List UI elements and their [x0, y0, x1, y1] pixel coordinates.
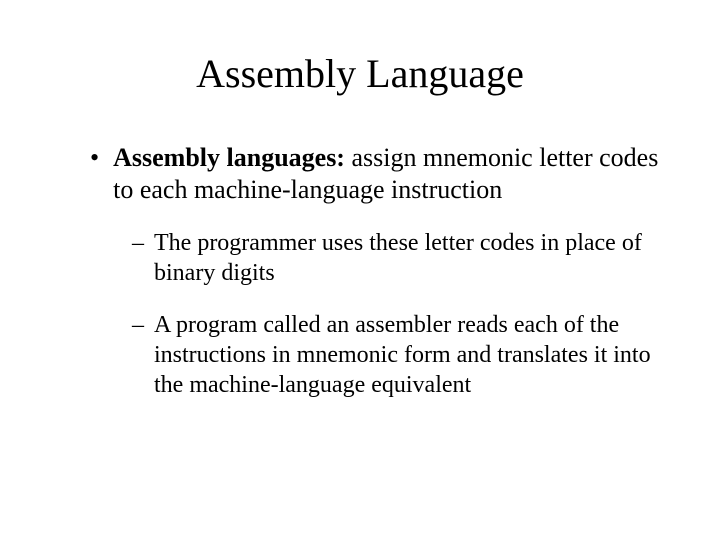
bullet-marker-icon: • [90, 142, 99, 174]
sub-bullet: – The programmer uses these letter codes… [132, 228, 660, 288]
sub-bullet-text-2: A program called an assembler reads each… [154, 310, 660, 400]
main-bullet: • Assembly languages: assign mnemonic le… [90, 142, 660, 206]
main-term: Assembly languages: [113, 143, 351, 172]
dash-marker-icon: – [132, 310, 144, 340]
sub-bullet-text-1: The programmer uses these letter codes i… [154, 228, 660, 288]
main-bullet-text: Assembly languages: assign mnemonic lett… [113, 142, 660, 206]
sub-bullet: – A program called an assembler reads ea… [132, 310, 660, 400]
dash-marker-icon: – [132, 228, 144, 258]
slide-title: Assembly Language [60, 50, 660, 97]
